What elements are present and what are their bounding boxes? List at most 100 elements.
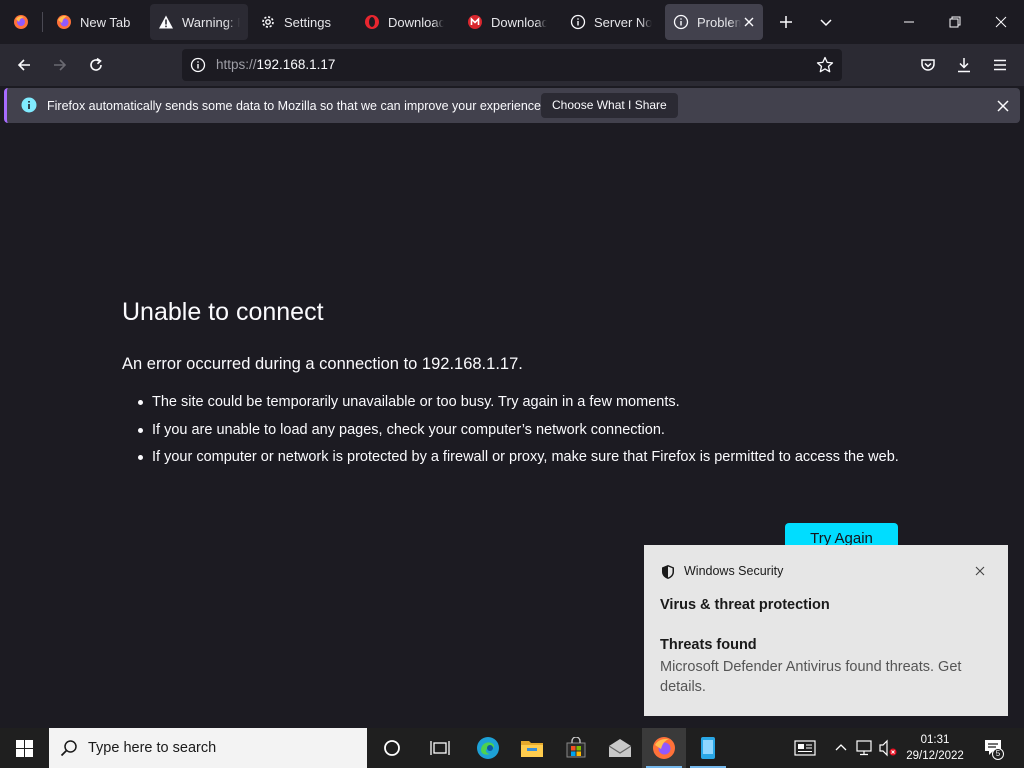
tab-label: Server Not <box>594 14 652 30</box>
arrow-right-icon <box>54 59 67 71</box>
list-item: The site could be temporarily unavailabl… <box>138 392 904 412</box>
microsoft-store-button[interactable] <box>554 728 598 768</box>
tab-label: Problem <box>697 14 741 30</box>
cortana-button[interactable] <box>370 728 414 768</box>
pocket-icon <box>921 59 935 71</box>
downloads-button[interactable] <box>948 49 980 81</box>
network-icon[interactable] <box>855 738 875 758</box>
tab-server-not-found[interactable]: Server Not <box>562 4 660 40</box>
windows-security-toast[interactable]: Windows Security Virus & threat protecti… <box>644 545 1008 716</box>
action-center-button[interactable]: 5 <box>982 738 1006 760</box>
toast-app-name: Windows Security <box>684 564 784 578</box>
task-view-icon <box>430 741 450 755</box>
app-menu-button[interactable] <box>984 49 1016 81</box>
mail-icon <box>608 739 632 757</box>
restore-button[interactable] <box>932 0 978 44</box>
chevron-down-icon <box>820 19 832 27</box>
minimize-button[interactable] <box>886 0 932 44</box>
phone-app-button[interactable] <box>686 728 730 768</box>
toast-body: Microsoft Defender Antivirus found threa… <box>660 659 962 695</box>
tab-download-opera[interactable]: Download <box>356 4 454 40</box>
data-collection-notification-bar: Firefox automatically sends some data to… <box>4 88 1020 123</box>
opera-icon <box>364 14 380 30</box>
back-button[interactable] <box>8 49 40 81</box>
firefox-view-icon <box>13 14 29 30</box>
info-icon <box>570 14 586 30</box>
notification-close-button[interactable] <box>991 94 1015 118</box>
pocket-button[interactable] <box>912 49 944 81</box>
tab-label: Warning: P <box>182 14 240 30</box>
file-explorer-button[interactable] <box>510 728 554 768</box>
tab-label: Settings <box>284 14 331 30</box>
mega-icon <box>467 14 483 30</box>
warning-icon <box>158 14 174 30</box>
volume-muted-icon[interactable] <box>878 738 898 758</box>
clock[interactable]: 01:31 29/12/2022 <box>906 732 964 764</box>
close-icon <box>995 16 1007 28</box>
site-info-icon[interactable] <box>190 57 206 78</box>
store-icon <box>566 737 586 758</box>
firefox-taskbar-button[interactable] <box>642 728 686 768</box>
edge-icon <box>477 737 499 759</box>
reload-button[interactable] <box>80 49 112 81</box>
clock-date: 29/12/2022 <box>906 750 964 762</box>
tab-problem-loading[interactable]: Problem <box>665 4 763 40</box>
tab-label: Download <box>491 14 547 30</box>
windows-taskbar: Type here to search 01:31 29/12/2022 5 <box>0 728 1024 768</box>
tab-firefox-view[interactable] <box>4 4 38 40</box>
tab-warning[interactable]: Warning: P <box>150 4 248 40</box>
folder-icon <box>521 741 543 757</box>
error-suggestions-list: The site could be temporarily unavailabl… <box>138 392 904 475</box>
taskbar-search-box[interactable]: Type here to search <box>49 728 367 768</box>
firefox-icon <box>653 737 675 759</box>
clock-time: 01:31 <box>920 734 950 746</box>
error-description: An error occurred during a connection to… <box>122 355 523 373</box>
chevron-up-icon[interactable] <box>831 738 851 758</box>
tab-settings[interactable]: Settings <box>252 4 350 40</box>
list-item: If you are unable to load any pages, che… <box>138 420 904 440</box>
notification-count-badge: 5 <box>992 748 1004 760</box>
task-view-button[interactable] <box>418 728 462 768</box>
forward-button[interactable] <box>44 49 76 81</box>
download-icon <box>958 58 970 73</box>
toast-subtitle: Threats found <box>660 637 757 653</box>
info-icon <box>673 14 689 30</box>
close-icon <box>997 100 1009 112</box>
plus-icon <box>780 16 792 28</box>
url-scheme: https:// <box>216 57 257 72</box>
tab-download-mega[interactable]: Download <box>459 4 557 40</box>
minimize-icon <box>904 21 914 23</box>
close-icon <box>975 566 985 576</box>
toast-title: Virus & threat protection <box>660 597 830 613</box>
news-widget-icon[interactable] <box>794 738 816 758</box>
firefox-icon <box>56 14 72 30</box>
search-placeholder: Type here to search <box>88 740 217 756</box>
mail-button[interactable] <box>598 728 642 768</box>
error-title: Unable to connect <box>122 298 324 326</box>
tab-new-tab[interactable]: New Tab <box>48 4 146 40</box>
close-tab-icon[interactable] <box>741 14 757 30</box>
bookmark-star-icon[interactable] <box>816 56 834 79</box>
tab-bar: New Tab Warning: P Settings Download Dow… <box>0 0 1024 62</box>
start-button[interactable] <box>0 728 48 768</box>
url-text[interactable]: https://192.168.1.17 <box>216 57 335 72</box>
info-icon <box>21 97 37 118</box>
shield-icon <box>660 564 676 580</box>
reload-icon <box>90 57 102 71</box>
list-item: If your computer or network is protected… <box>138 447 904 467</box>
url-bar[interactable]: https://192.168.1.17 <box>182 49 842 81</box>
list-all-tabs-button[interactable] <box>810 6 842 38</box>
windows-logo-icon <box>15 739 33 757</box>
restore-icon <box>949 16 961 28</box>
notification-message: Firefox automatically sends some data to… <box>47 99 545 113</box>
choose-what-i-share-button[interactable]: Choose What I Share <box>541 93 678 118</box>
close-window-button[interactable] <box>978 0 1024 44</box>
new-tab-button[interactable] <box>770 6 802 38</box>
toast-close-button[interactable] <box>970 561 990 581</box>
hamburger-menu-icon <box>994 59 1006 71</box>
tab-label: New Tab <box>80 14 131 30</box>
edge-button[interactable] <box>466 728 510 768</box>
gear-icon <box>260 14 276 30</box>
arrow-left-icon <box>17 59 30 71</box>
cortana-icon <box>384 740 400 756</box>
